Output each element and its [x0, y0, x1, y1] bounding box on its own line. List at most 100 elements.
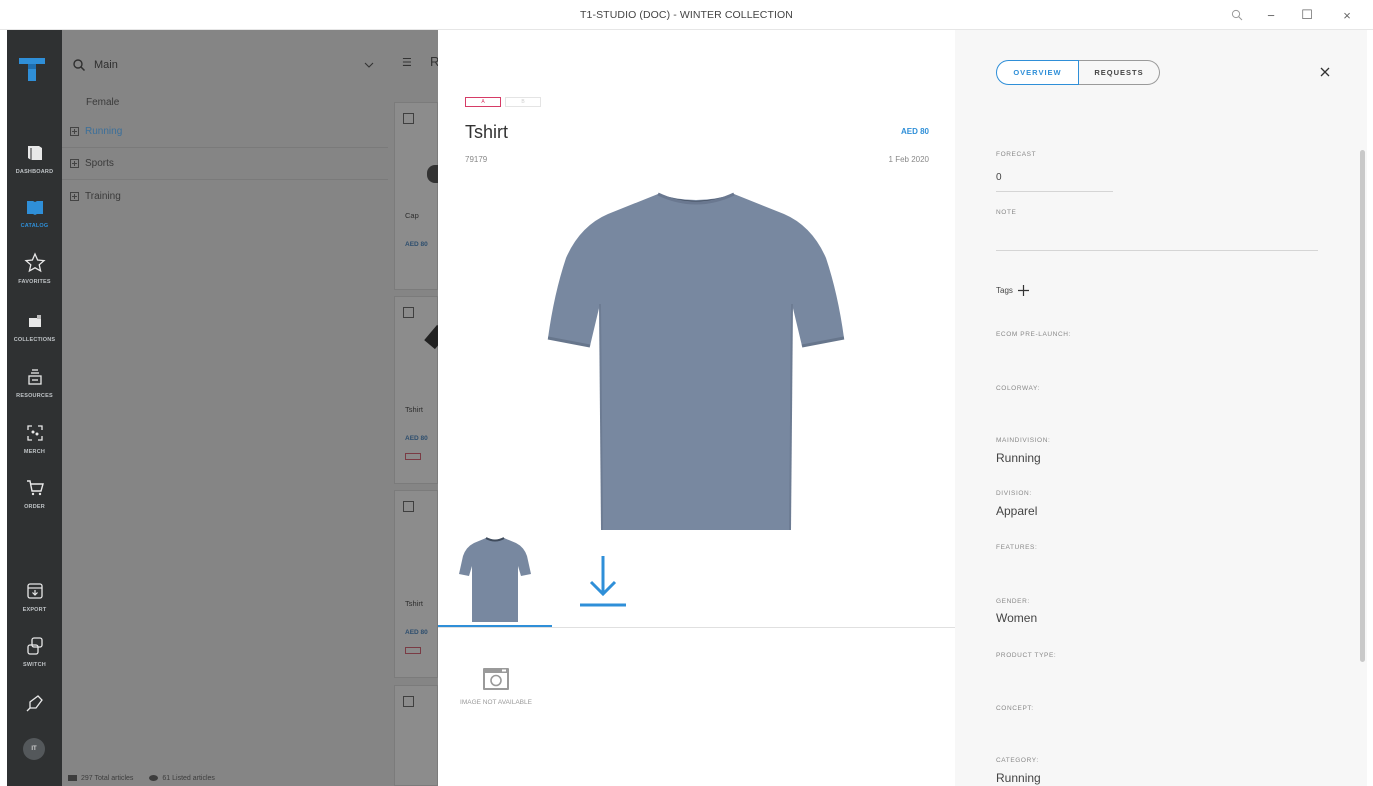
- nav-label: ORDER: [24, 504, 45, 510]
- card-name: Tshirt: [405, 599, 423, 608]
- nav-resources[interactable]: RESOURCES: [7, 366, 62, 416]
- tab-overview[interactable]: OVERVIEW: [996, 60, 1079, 85]
- merch-icon: [26, 425, 43, 441]
- listed-articles: 61 Listed articles: [149, 775, 215, 782]
- nav-label: CATALOG: [20, 223, 49, 229]
- filter-search[interactable]: Main: [72, 52, 382, 78]
- camera-icon: [483, 668, 509, 690]
- nav-order[interactable]: ORDER: [7, 477, 62, 527]
- avatar[interactable]: IT: [23, 738, 45, 760]
- expand-icon[interactable]: [70, 191, 79, 201]
- nav-label: EXPORT: [22, 607, 47, 613]
- nav-dashboard[interactable]: DASHBOARD: [7, 142, 62, 192]
- left-nav: DASHBOARD CATALOG FAVORITES COLLECTIONS …: [7, 30, 62, 786]
- card-tag: [405, 453, 421, 460]
- category-value: Running: [996, 771, 1041, 785]
- nav-label: DASHBOARD: [15, 169, 54, 175]
- nav-label: COLLECTIONS: [13, 337, 56, 343]
- nav-favorites[interactable]: FAVORITES: [7, 252, 62, 302]
- nav-label: MERCH: [23, 449, 46, 455]
- nav-label: SWITCH: [23, 662, 46, 668]
- download-icon: [580, 556, 626, 607]
- nav-collections[interactable]: COLLECTIONS: [7, 310, 62, 360]
- close-window-button[interactable]: ×: [1332, 5, 1362, 25]
- product-date: 1 Feb 2020: [888, 155, 929, 164]
- nav-export[interactable]: EXPORT: [7, 580, 62, 630]
- card-checkbox[interactable]: [403, 501, 414, 512]
- scrollbar[interactable]: [1360, 150, 1365, 662]
- filter-item-running[interactable]: Running: [62, 116, 388, 148]
- search-value: Main: [94, 59, 118, 71]
- zoom-icon[interactable]: [1222, 5, 1252, 25]
- book-icon: [27, 146, 42, 160]
- close-icon[interactable]: [1317, 64, 1333, 80]
- badge-b[interactable]: B: [505, 97, 541, 107]
- cards-pane: ☰ R Cap AED 80 Tshirt AED 80 Tshirt AED …: [388, 30, 448, 786]
- product-detail: A B Tshirt AED 80 79179 1 Feb 2020 IMAGE…: [438, 30, 955, 786]
- note-label: NOTE: [996, 209, 1017, 216]
- forecast-input[interactable]: 0: [996, 172, 1002, 183]
- window-title: T1-STUDIO (DOC) - WINTER COLLECTION: [580, 9, 793, 21]
- minimize-button[interactable]: −: [1256, 5, 1286, 25]
- eye-icon: [149, 774, 159, 781]
- sort-icon[interactable]: ☰: [402, 56, 412, 69]
- division-label: DIVISION:: [996, 490, 1032, 497]
- product-card[interactable]: Tshirt AED 80: [394, 296, 448, 484]
- total-articles-text: 297 Total articles: [81, 774, 134, 782]
- maximize-button[interactable]: ☐: [1292, 5, 1322, 25]
- product-card[interactable]: Tshirt AED 80: [394, 490, 438, 678]
- gender-value: Women: [996, 611, 1038, 625]
- details-panel: OVERVIEW REQUESTS FORECAST 0 NOTE Tags E…: [955, 30, 1367, 786]
- nav-catalog[interactable]: CATALOG: [7, 196, 62, 246]
- list-icon: [68, 774, 77, 781]
- colorway-label: COLORWAY:: [996, 385, 1040, 392]
- card-checkbox[interactable]: [403, 113, 414, 124]
- filter-group-label: Female: [86, 96, 120, 108]
- switch-icon: [26, 637, 43, 655]
- concept-label: CONCEPT:: [996, 705, 1034, 712]
- expand-icon[interactable]: [70, 159, 79, 168]
- tab-requests[interactable]: REQUESTS: [1079, 60, 1160, 85]
- download-button[interactable]: [568, 550, 638, 610]
- producttype-label: PRODUCT TYPE:: [996, 652, 1057, 659]
- nav-merch[interactable]: MERCH: [7, 422, 62, 472]
- divider: [438, 627, 955, 628]
- filter-item-training[interactable]: Training: [62, 180, 388, 212]
- thumbnail-image: [459, 537, 531, 622]
- card-checkbox[interactable]: [403, 696, 414, 707]
- add-tag-icon[interactable]: [1017, 285, 1029, 296]
- image-thumbnail-tab[interactable]: [438, 530, 552, 628]
- search-icon: [73, 59, 86, 72]
- details-tabs: OVERVIEW REQUESTS: [996, 60, 1160, 85]
- badge-a[interactable]: A: [465, 97, 501, 107]
- resources-icon: [27, 369, 42, 385]
- chevron-down-icon[interactable]: [364, 60, 374, 70]
- filter-group[interactable]: Female: [62, 86, 388, 118]
- product-card[interactable]: Cap AED 80: [394, 102, 441, 290]
- maindivision-value: Running: [996, 451, 1041, 465]
- product-image[interactable]: [546, 190, 846, 535]
- collections-icon: [28, 315, 41, 327]
- filter-item-sports[interactable]: Sports: [62, 148, 388, 180]
- cart-icon: [26, 480, 44, 496]
- expand-icon[interactable]: [70, 127, 79, 136]
- title-bar: T1-STUDIO (DOC) - WINTER COLLECTION − ☐ …: [0, 0, 1373, 30]
- nav-label: RESOURCES: [16, 393, 53, 399]
- badge-group: A B: [465, 97, 541, 107]
- star-icon: [23, 252, 46, 273]
- nav-switch[interactable]: SWITCH: [7, 635, 62, 685]
- note-input[interactable]: [996, 250, 1318, 251]
- card-checkbox[interactable]: [403, 307, 414, 318]
- status-bar: 297 Total articles 61 Listed articles: [62, 770, 438, 786]
- card-price: AED 80: [405, 241, 428, 248]
- gender-label: GENDER:: [996, 598, 1030, 605]
- card-name: Tshirt: [405, 405, 423, 414]
- tags-row: Tags: [996, 285, 1029, 296]
- division-value: Apparel: [996, 504, 1038, 518]
- product-code: 79179: [465, 155, 488, 164]
- forecast-label: FORECAST: [996, 151, 1037, 158]
- product-card[interactable]: [394, 685, 438, 786]
- logo-icon: [17, 55, 47, 83]
- nav-notifications[interactable]: [7, 692, 62, 742]
- filter-item-label: Sports: [85, 158, 114, 169]
